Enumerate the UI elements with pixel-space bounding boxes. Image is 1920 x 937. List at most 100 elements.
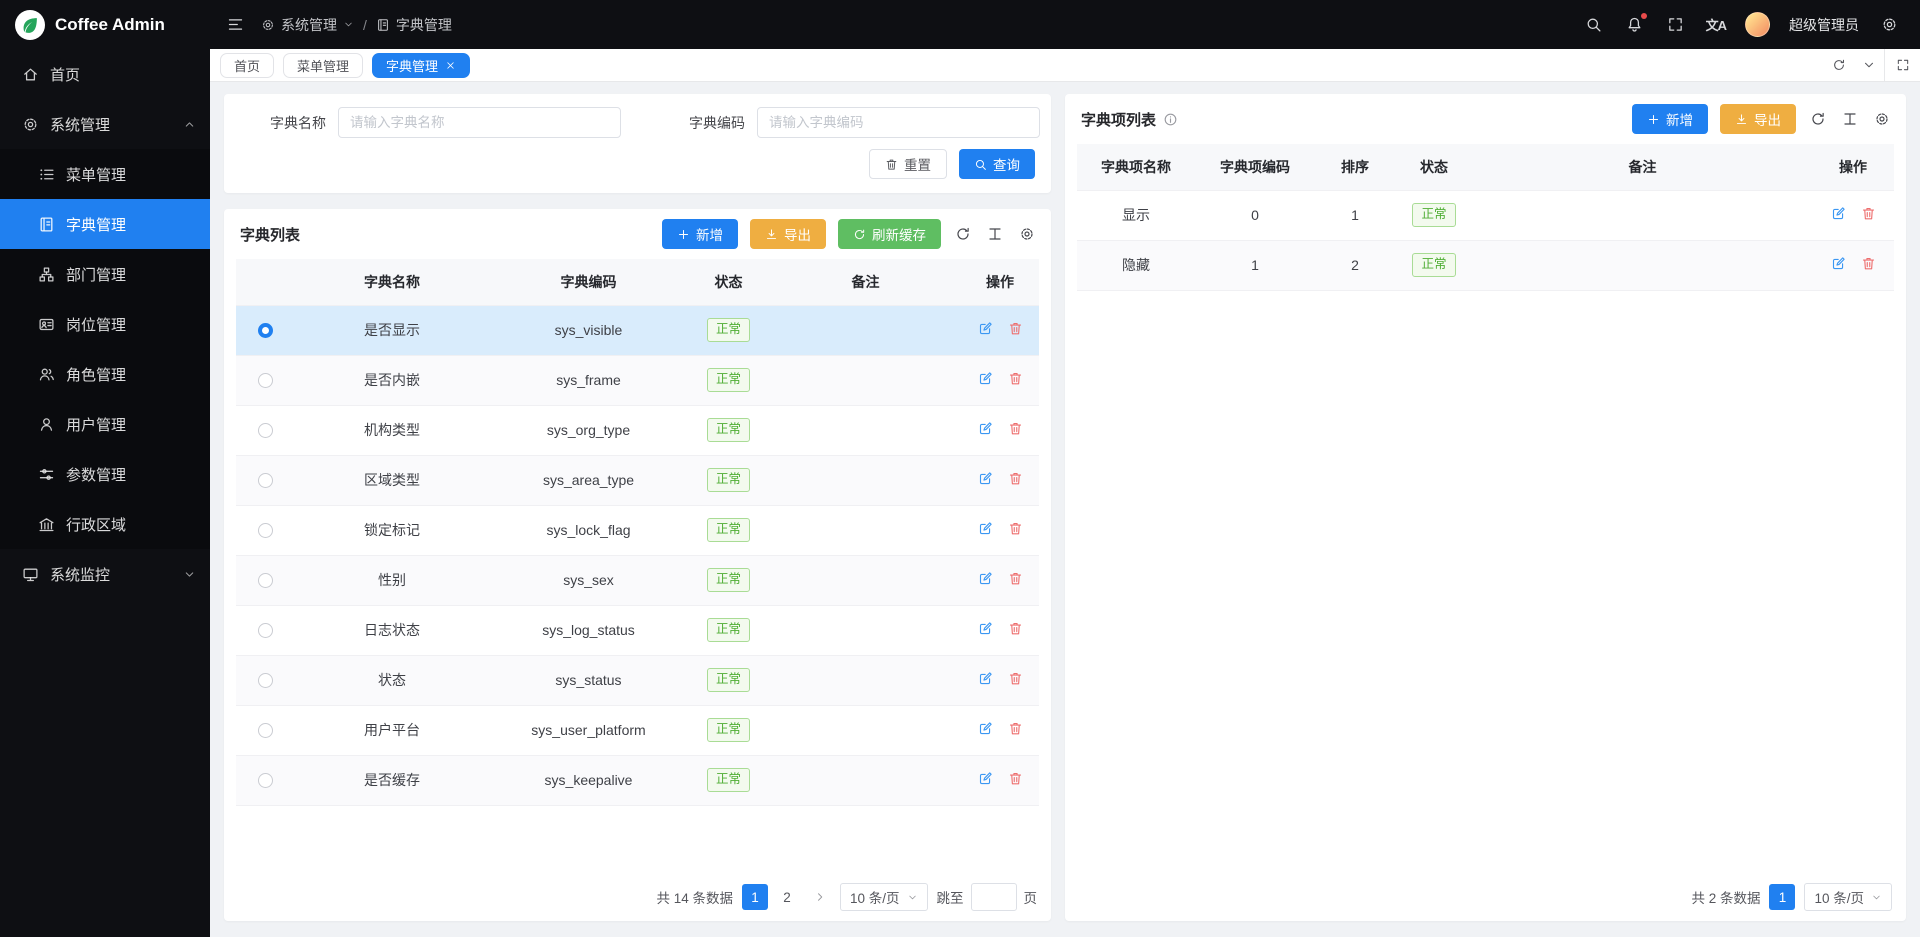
sidebar-item-system-management[interactable]: 系统管理 xyxy=(0,99,210,149)
dict-table-row[interactable]: 机构类型sys_org_type正常 xyxy=(236,405,1039,455)
refresh-page-icon[interactable] xyxy=(1824,49,1854,81)
translate-icon[interactable]: 文A xyxy=(1706,14,1726,36)
edit-icon[interactable] xyxy=(978,371,993,386)
delete-icon[interactable] xyxy=(1861,256,1876,271)
notification-bell-icon[interactable] xyxy=(1624,14,1646,36)
dict-table-row[interactable]: 状态sys_status正常 xyxy=(236,655,1039,705)
user-avatar[interactable] xyxy=(1745,12,1770,37)
close-tab-icon[interactable] xyxy=(445,60,456,71)
breadcrumb-system-management[interactable]: 系统管理 xyxy=(261,15,354,35)
fullscreen-icon[interactable] xyxy=(1665,14,1687,36)
column-settings-icon[interactable] xyxy=(985,224,1005,244)
edit-icon[interactable] xyxy=(978,421,993,436)
edit-icon[interactable] xyxy=(978,521,993,536)
refresh-cache-button[interactable]: 刷新缓存 xyxy=(838,219,941,249)
jump-page-input[interactable] xyxy=(971,883,1017,911)
sidebar-item-param-management[interactable]: 参数管理 xyxy=(0,449,210,499)
brand[interactable]: Coffee Admin xyxy=(0,0,210,49)
row-radio[interactable] xyxy=(258,573,273,588)
dict-table-row[interactable]: 性别sys_sex正常 xyxy=(236,555,1039,605)
row-radio[interactable] xyxy=(258,723,273,738)
sidebar-item-home[interactable]: 首页 xyxy=(0,49,210,99)
reload-table-icon[interactable] xyxy=(1808,109,1828,129)
row-radio[interactable] xyxy=(258,373,273,388)
row-radio[interactable] xyxy=(258,773,273,788)
delete-icon[interactable] xyxy=(1008,621,1023,636)
delete-icon[interactable] xyxy=(1008,371,1023,386)
delete-icon[interactable] xyxy=(1008,571,1023,586)
add-dict-item-button[interactable]: 新增 xyxy=(1632,104,1708,134)
sidebar-item-admin-region[interactable]: 行政区域 xyxy=(0,499,210,549)
sidebar-item-user-management[interactable]: 用户管理 xyxy=(0,399,210,449)
sidebar-item-system-monitor[interactable]: 系统监控 xyxy=(0,549,210,599)
page-size-select[interactable]: 10 条/页 xyxy=(840,883,928,911)
table-settings-gear-icon[interactable] xyxy=(1872,109,1892,129)
export-dict-button[interactable]: 导出 xyxy=(750,219,826,249)
edit-icon[interactable] xyxy=(978,471,993,486)
dict-table-row[interactable]: 是否缓存sys_keepalive正常 xyxy=(236,755,1039,805)
add-dict-button[interactable]: 新增 xyxy=(662,219,738,249)
edit-icon[interactable] xyxy=(978,671,993,686)
edit-icon[interactable] xyxy=(1831,206,1846,221)
tab-options-chevron-icon[interactable] xyxy=(1854,49,1884,81)
breadcrumb-dict-management[interactable]: 字典管理 xyxy=(376,15,452,35)
reload-table-icon[interactable] xyxy=(953,224,973,244)
dict-code-input[interactable] xyxy=(757,107,1040,138)
dict-table-row[interactable]: 区域类型sys_area_type正常 xyxy=(236,455,1039,505)
edit-icon[interactable] xyxy=(978,621,993,636)
home-icon xyxy=(22,66,39,83)
search-icon[interactable] xyxy=(1583,14,1605,36)
row-radio[interactable] xyxy=(258,623,273,638)
row-radio[interactable] xyxy=(258,523,273,538)
page-button-1[interactable]: 1 xyxy=(1769,884,1795,910)
delete-icon[interactable] xyxy=(1008,671,1023,686)
delete-icon[interactable] xyxy=(1008,521,1023,536)
delete-icon[interactable] xyxy=(1008,421,1023,436)
username[interactable]: 超级管理员 xyxy=(1789,15,1859,35)
row-radio[interactable] xyxy=(258,323,273,338)
delete-icon[interactable] xyxy=(1008,321,1023,336)
table-settings-gear-icon[interactable] xyxy=(1017,224,1037,244)
dict-item-table-row[interactable]: 显示01正常 xyxy=(1077,190,1894,240)
page-button-2[interactable]: 2 xyxy=(774,884,800,910)
row-radio[interactable] xyxy=(258,673,273,688)
dict-table-row[interactable]: 是否内嵌sys_frame正常 xyxy=(236,355,1039,405)
sidebar-item-post-management[interactable]: 岗位管理 xyxy=(0,299,210,349)
edit-icon[interactable] xyxy=(978,571,993,586)
page-button-1[interactable]: 1 xyxy=(742,884,768,910)
page-size-select[interactable]: 10 条/页 xyxy=(1804,883,1892,911)
row-radio[interactable] xyxy=(258,473,273,488)
dict-item-table-row[interactable]: 隐藏12正常 xyxy=(1077,240,1894,290)
sidebar-item-menu-management[interactable]: 菜单管理 xyxy=(0,149,210,199)
dict-table-row[interactable]: 锁定标记sys_lock_flag正常 xyxy=(236,505,1039,555)
sidebar-item-dict-management[interactable]: 字典管理 xyxy=(0,199,210,249)
sidebar-item-role-management[interactable]: 角色管理 xyxy=(0,349,210,399)
delete-icon[interactable] xyxy=(1008,771,1023,786)
delete-icon[interactable] xyxy=(1008,471,1023,486)
export-dict-item-button[interactable]: 导出 xyxy=(1720,104,1796,134)
edit-icon[interactable] xyxy=(978,721,993,736)
settings-gear-icon[interactable] xyxy=(1878,14,1900,36)
tab-dict-management[interactable]: 字典管理 xyxy=(372,53,470,78)
edit-icon[interactable] xyxy=(978,771,993,786)
column-settings-icon[interactable] xyxy=(1840,109,1860,129)
row-radio[interactable] xyxy=(258,423,273,438)
dict-table-row[interactable]: 是否显示sys_visible正常 xyxy=(236,305,1039,355)
tab-home[interactable]: 首页 xyxy=(220,53,274,78)
delete-icon[interactable] xyxy=(1008,721,1023,736)
collapse-sidebar-icon[interactable] xyxy=(224,14,246,36)
content-fullscreen-icon[interactable] xyxy=(1884,49,1920,81)
delete-icon[interactable] xyxy=(1861,206,1876,221)
column-header-remark: 备注 xyxy=(770,259,961,305)
tab-menu-management[interactable]: 菜单管理 xyxy=(283,53,363,78)
sidebar-item-dept-management[interactable]: 部门管理 xyxy=(0,249,210,299)
dict-table-row[interactable]: 日志状态sys_log_status正常 xyxy=(236,605,1039,655)
info-icon[interactable] xyxy=(1163,112,1178,127)
edit-icon[interactable] xyxy=(1831,256,1846,271)
query-button[interactable]: 查询 xyxy=(959,149,1035,179)
next-page-icon[interactable] xyxy=(809,884,831,910)
reset-button[interactable]: 重置 xyxy=(869,149,947,179)
dict-name-input[interactable] xyxy=(338,107,621,138)
dict-table-row[interactable]: 用户平台sys_user_platform正常 xyxy=(236,705,1039,755)
edit-icon[interactable] xyxy=(978,321,993,336)
